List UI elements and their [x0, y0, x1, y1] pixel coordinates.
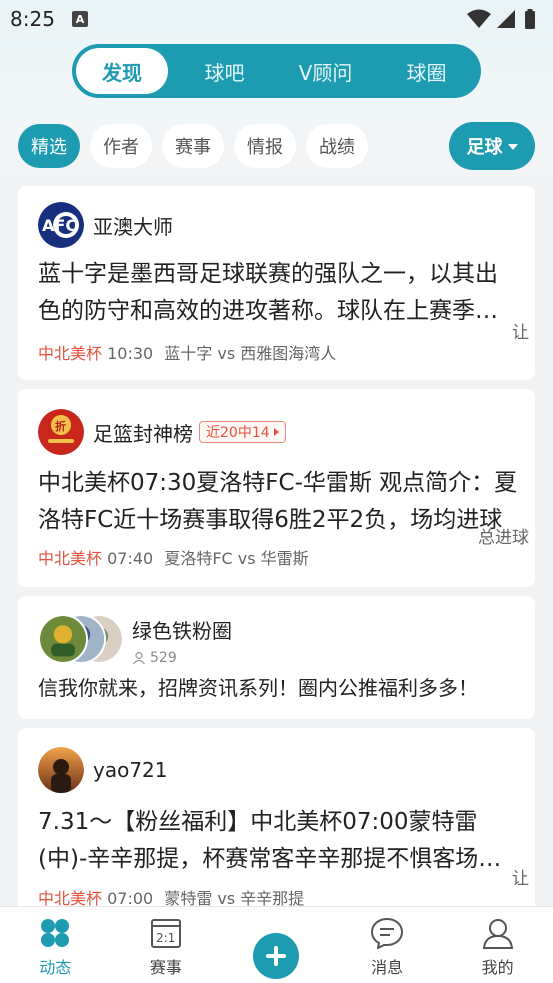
- author-row: yao721: [38, 747, 168, 793]
- scoreboard-text: 2:1: [156, 931, 175, 945]
- status-time: 8:25: [10, 7, 55, 31]
- chevron-right-icon: [273, 428, 279, 436]
- author-avatar[interactable]: AFC: [38, 202, 84, 248]
- wifi-icon: [467, 9, 491, 28]
- chip-intel[interactable]: 情报: [234, 124, 296, 168]
- nav-label: 我的: [481, 958, 514, 977]
- plus-icon: [266, 946, 287, 966]
- sport-selector-label: 足球: [466, 137, 503, 158]
- match-teams: 夏洛特FC vs 华雷斯: [164, 549, 309, 568]
- signal-icon: [497, 10, 515, 28]
- circle-header: 绿色铁粉圈 529: [38, 614, 232, 666]
- play-type-tag: 总进球: [478, 528, 529, 548]
- post-title: 蓝十字是墨西哥足球联赛的强队之一，以其出色的防守和高效的进攻著称。球队在上赛季的…: [38, 261, 498, 324]
- scoreboard-icon: 2:1: [150, 919, 181, 948]
- notification-icon: A: [72, 11, 88, 27]
- chip-events[interactable]: 赛事: [162, 124, 224, 168]
- circle-info: 绿色铁粉圈 529: [132, 615, 232, 666]
- status-bar: 8:25 A: [0, 0, 553, 38]
- nav-label: 消息: [371, 958, 404, 977]
- post-title: 中北美杯07:30夏洛特FC-华雷斯 观点简介：夏洛特FC近十场赛事取得6胜2平…: [38, 470, 518, 533]
- hit-rate-label: 近20中14: [206, 425, 270, 441]
- post-title: 7.31～【粉丝福利】中北美杯07:00蒙特雷(中)-辛辛那提，杯赛常客辛辛那提…: [38, 809, 502, 872]
- author-name[interactable]: 足篮封神榜: [93, 418, 193, 447]
- match-time: 07:40: [107, 549, 154, 568]
- author-name[interactable]: 亚澳大师: [93, 211, 173, 240]
- tab-qiuba[interactable]: 球吧: [174, 48, 275, 94]
- chip-records[interactable]: 战绩: [306, 124, 368, 168]
- circle-description: 信我你就来，招牌资讯系列！圈内公推福利多多！: [38, 676, 478, 700]
- tab-discover[interactable]: 发现: [76, 48, 168, 94]
- circle-card[interactable]: 绿色铁粉圈 529 信我你就来，招牌资讯系列！圈内公推福利多多！: [18, 596, 535, 719]
- clover-icon: [41, 919, 70, 947]
- user-icon: [482, 919, 513, 949]
- match-meta: 中北美杯 10:30 蓝十字 vs 西雅图海湾人: [38, 340, 336, 364]
- nav-label: 赛事: [149, 958, 182, 977]
- battery-icon: [525, 11, 535, 29]
- author-row: AFC 亚澳大师: [38, 202, 173, 248]
- match-time: 10:30: [107, 344, 154, 363]
- chat-icon: [371, 917, 404, 949]
- author-avatar[interactable]: 折: [38, 409, 84, 455]
- nav-messages[interactable]: 消息: [332, 907, 443, 983]
- chevron-down-icon: [507, 144, 518, 150]
- author-avatar[interactable]: [38, 747, 84, 793]
- person-icon: [133, 651, 145, 664]
- league-name: 中北美杯: [38, 549, 103, 568]
- member-count-value: 529: [150, 649, 177, 666]
- post-card[interactable]: AFC 亚澳大师 蓝十字是墨西哥足球联赛的强队之一，以其出色的防守和高效的进攻著…: [18, 186, 535, 380]
- match-teams: 蓝十字 vs 西雅图海湾人: [164, 344, 337, 363]
- play-type-tag: 让: [512, 869, 529, 889]
- league-name: 中北美杯: [38, 344, 103, 363]
- sport-selector-button[interactable]: 足球: [449, 122, 535, 170]
- post-card[interactable]: 折 足篮封神榜 近20中14 中北美杯07:30夏洛特FC-华雷斯 观点简介：夏…: [18, 389, 535, 587]
- nav-label: 动态: [39, 958, 72, 977]
- create-post-button[interactable]: [253, 933, 300, 979]
- status-icons: [467, 9, 535, 29]
- chip-authors[interactable]: 作者: [90, 124, 152, 168]
- avatar-logo-text: 折: [55, 419, 66, 433]
- circle-name[interactable]: 绿色铁粉圈: [132, 615, 232, 644]
- match-meta: 中北美杯 07:40 夏洛特FC vs 华雷斯: [38, 545, 309, 569]
- circle-avatar-stack: [38, 614, 124, 666]
- tab-qiuquan[interactable]: 球圈: [376, 48, 477, 94]
- nav-dynamics[interactable]: 动态: [0, 907, 111, 983]
- top-tab-bar: 发现 球吧 V顾问 球圈: [72, 44, 481, 98]
- nav-create[interactable]: [221, 907, 332, 983]
- bottom-nav: 动态 2:1 赛事 消息 我的: [0, 906, 553, 983]
- play-type-tag: 让: [512, 323, 529, 343]
- filter-chip-row: 精选 作者 赛事 情报 战绩: [18, 124, 378, 168]
- author-name[interactable]: yao721: [93, 758, 168, 782]
- member-avatar: [38, 614, 88, 664]
- chip-featured[interactable]: 精选: [18, 124, 80, 168]
- member-count: 529: [132, 650, 232, 666]
- post-card[interactable]: yao721 7.31～【粉丝福利】中北美杯07:00蒙特雷(中)-辛辛那提，杯…: [18, 728, 535, 918]
- nav-events[interactable]: 2:1 赛事: [111, 907, 222, 983]
- nav-profile[interactable]: 我的: [442, 907, 553, 983]
- tab-v-advisor[interactable]: V顾问: [275, 48, 376, 94]
- hit-rate-badge[interactable]: 近20中14: [199, 421, 286, 443]
- author-row: 折 足篮封神榜 近20中14: [38, 409, 286, 455]
- avatar-logo-text: AFC: [42, 216, 77, 235]
